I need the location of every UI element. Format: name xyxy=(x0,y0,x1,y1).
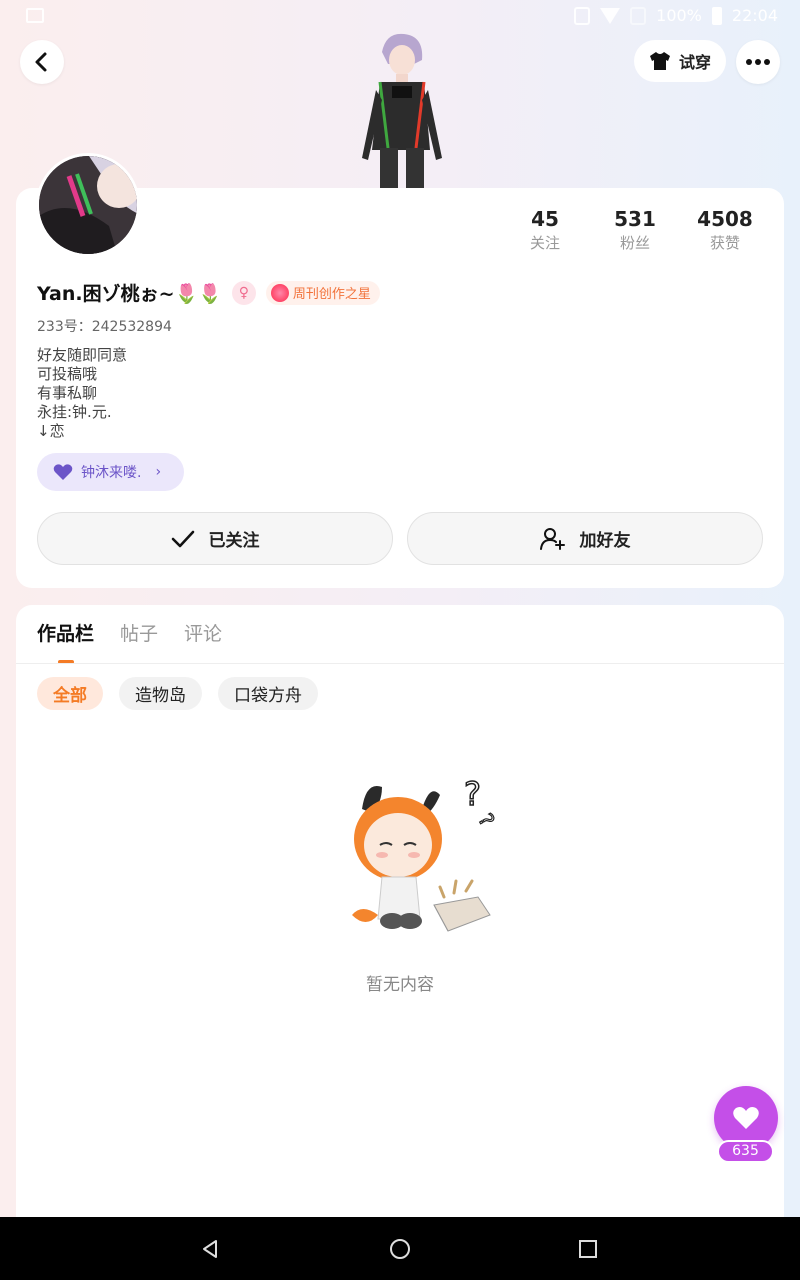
chip-pocket-ark[interactable]: 口袋方舟 xyxy=(218,677,318,710)
nav-home-button[interactable] xyxy=(370,1217,430,1280)
bio: 好友随即同意 可投稿哦 有事私聊 永挂:钟.元. ↓恋 xyxy=(37,346,127,441)
status-bar: 100% 22:04 xyxy=(0,0,800,32)
avatar[interactable] xyxy=(36,153,140,257)
heart-icon xyxy=(53,464,73,480)
vibrate-icon xyxy=(574,6,591,25)
tab-posts[interactable]: 帖子 xyxy=(120,619,158,664)
add-friend-button[interactable]: 加好友 xyxy=(407,512,763,565)
chip-creation-island[interactable]: 造物岛 xyxy=(119,677,202,710)
bio-line: 有事私聊 xyxy=(37,384,98,402)
back-button[interactable] xyxy=(20,40,64,84)
stats: 45 关注 531 粉丝 4508 获赞 xyxy=(500,206,770,254)
creator-badge[interactable]: 周刊创作之星 xyxy=(265,280,380,305)
stat-label: 获赞 xyxy=(709,234,740,252)
couple-label: 钟沐来喽. xyxy=(81,465,142,481)
shirt-icon xyxy=(649,52,670,70)
clock: 22:04 xyxy=(731,6,778,25)
add-friend-label: 加好友 xyxy=(579,531,631,551)
couple-link[interactable]: 钟沐来喽. › xyxy=(37,453,184,491)
check-icon xyxy=(171,530,194,547)
user-id: 233号：242532894 xyxy=(37,319,172,335)
stat-likes[interactable]: 4508 获赞 xyxy=(680,206,770,254)
more-dots-icon xyxy=(746,59,770,65)
gallery-icon xyxy=(26,8,44,23)
empty-state-text: 暂无内容 xyxy=(366,975,434,995)
nav-back-button[interactable] xyxy=(180,1217,240,1280)
bio-line: ↓恋 xyxy=(37,422,65,440)
flower-badge-icon xyxy=(270,283,289,302)
nav-back-icon xyxy=(203,1239,217,1258)
stat-followers[interactable]: 531 粉丝 xyxy=(590,206,680,254)
content-tabs: 作品栏 帖子 评论 xyxy=(37,619,222,664)
battery-percent: 100% xyxy=(656,6,702,25)
no-sim-icon xyxy=(630,6,647,25)
stat-label: 粉丝 xyxy=(619,234,650,252)
following-label: 已关注 xyxy=(208,531,260,551)
following-button[interactable]: 已关注 xyxy=(37,512,393,565)
content-panel: 作品栏 帖子 评论 全部 造物岛 口袋方舟 ? ? 暂无内容 xyxy=(16,605,784,1225)
tabs-divider xyxy=(16,663,784,664)
back-arrow-icon xyxy=(35,52,47,72)
chip-all[interactable]: 全部 xyxy=(37,677,103,710)
bio-line: 永挂:钟.元. xyxy=(37,403,112,421)
badge-label: 周刊创作之星 xyxy=(292,287,371,302)
nav-recents-button[interactable] xyxy=(558,1217,618,1280)
heart-icon xyxy=(733,1107,759,1129)
stat-value: 531 xyxy=(614,207,656,231)
add-friend-icon xyxy=(539,527,565,550)
svg-text:?: ? xyxy=(464,775,481,813)
nav-recents-icon xyxy=(579,1239,597,1258)
more-button[interactable] xyxy=(736,40,780,84)
empty-state-illustration: ? ? xyxy=(352,774,498,932)
tab-comments[interactable]: 评论 xyxy=(184,619,222,664)
stat-label: 关注 xyxy=(529,234,560,252)
stat-value: 4508 xyxy=(697,207,753,231)
avatar-3d-figure[interactable] xyxy=(352,30,448,188)
bio-line: 好友随即同意 xyxy=(37,346,128,364)
chevron-right-icon: › xyxy=(155,464,162,480)
tab-works[interactable]: 作品栏 xyxy=(37,619,94,664)
username: Yan.困ゾ桃ぉ~🌷🌷 xyxy=(37,283,222,305)
stat-following[interactable]: 45 关注 xyxy=(500,206,590,254)
try-on-label: 试穿 xyxy=(678,53,711,72)
wifi-icon xyxy=(600,7,621,24)
like-count: 635 xyxy=(717,1140,774,1163)
system-nav-bar xyxy=(0,1217,800,1280)
try-on-button[interactable]: 试穿 xyxy=(634,40,726,82)
bio-line: 可投稿哦 xyxy=(37,365,98,383)
stat-value: 45 xyxy=(531,207,559,231)
filter-chips: 全部 造物岛 口袋方舟 xyxy=(37,677,318,710)
battery-icon xyxy=(711,6,722,25)
name-row: Yan.困ゾ桃ぉ~🌷🌷 ♀ 周刊创作之星 xyxy=(37,279,380,306)
female-gender-icon: ♀ xyxy=(231,280,256,305)
nav-home-icon xyxy=(390,1238,410,1259)
